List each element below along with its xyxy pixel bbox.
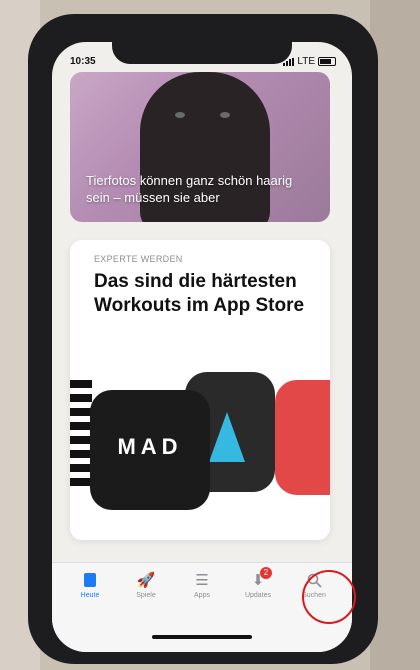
tab-spiele[interactable]: 🚀 Spiele (118, 571, 174, 599)
story-card[interactable]: EXPERTE WERDEN Das sind die härtesten Wo… (70, 240, 330, 540)
tab-label: Apps (194, 592, 210, 599)
story-eyebrow: EXPERTE WERDEN (94, 254, 183, 264)
app-store-screen: 10:35 LTE Tierfotos können ganz schön ha… (52, 42, 352, 652)
featured-caption: Tierfotos können ganz schön haarig sein … (86, 173, 293, 205)
updates-badge: 2 (260, 567, 272, 579)
apps-stack-icon: ☰ (195, 572, 209, 589)
cat-eye (220, 112, 230, 118)
cat-eye (175, 112, 185, 118)
battery-icon (318, 57, 336, 66)
tab-label: Spiele (136, 592, 156, 599)
notch (112, 42, 292, 64)
status-right: LTE (283, 56, 336, 67)
home-indicator[interactable] (152, 635, 252, 639)
striped-app-icon (70, 380, 92, 490)
red-annotation-circle (302, 570, 356, 624)
today-icon (81, 571, 99, 589)
rocket-icon: 🚀 (136, 572, 156, 589)
mad-app-label: MAD (117, 434, 183, 459)
app-icons-collage: MAD (70, 360, 330, 520)
tab-apps[interactable]: ☰ Apps (174, 571, 230, 599)
tab-label: Updates (244, 592, 272, 599)
tab-heute[interactable]: Heute (62, 571, 118, 599)
story-headline: Das sind die härtesten Workouts im App S… (94, 271, 305, 316)
red-app-icon (275, 380, 330, 495)
mad-app-icon: MAD (90, 390, 210, 510)
featured-card[interactable]: Tierfotos können ganz schön haarig sein … (70, 72, 330, 222)
tab-updates[interactable]: ⬇ 2 Updates (230, 567, 286, 599)
network-label: LTE (297, 56, 315, 67)
status-time: 10:35 (70, 56, 96, 67)
tab-label: Heute (80, 592, 100, 599)
